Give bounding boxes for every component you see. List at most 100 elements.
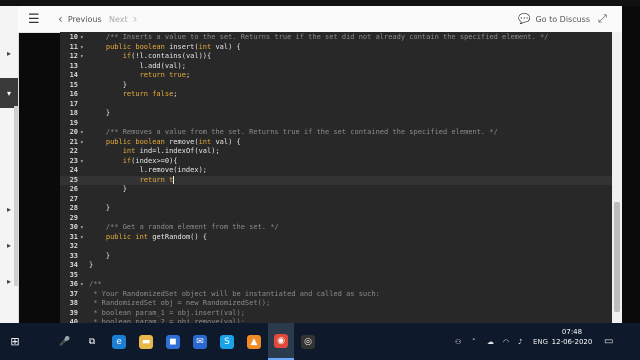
code-line[interactable]: 37 * Your RandomizedSet object will be i…	[60, 290, 612, 300]
problem-description-panel[interactable]: ▸ ▾ ▸ ▸ ▸	[0, 6, 19, 323]
code-line[interactable]: 30 ▾ /** Get a random element from the se…	[60, 223, 612, 233]
line-number: 36	[69, 280, 78, 288]
skype-icon: S	[220, 334, 234, 349]
code-text: }	[89, 261, 94, 269]
code-text: /** Get a random element from the set. *…	[105, 223, 279, 231]
code-line[interactable]: 26 }	[60, 185, 612, 195]
people-icon[interactable]: ⚇	[455, 323, 461, 360]
chrome-icon: ◉	[274, 333, 288, 348]
code-text: * RandomizedSet obj = new RandomizedSet(…	[89, 299, 271, 307]
line-number: 34	[69, 261, 78, 269]
line-number: 16	[69, 90, 78, 98]
code-text: }	[122, 80, 127, 89]
taskbar-app-button[interactable]: 🎤	[52, 323, 78, 360]
line-number: 27	[69, 194, 78, 203]
code-text: public int getRandom() {	[105, 232, 208, 241]
code-line[interactable]: 16 return false;	[60, 90, 612, 100]
notifications-icon[interactable]: ▭	[604, 323, 613, 360]
code-line[interactable]: 18 }	[60, 109, 612, 119]
code-line[interactable]: 36 ▾ /**	[60, 280, 612, 290]
line-number: 13	[69, 61, 78, 70]
line-number: 20	[69, 128, 78, 136]
code-line[interactable]: 22 int ind=l.indexOf(val);	[60, 147, 612, 157]
fold-toggle-icon[interactable]: ▾	[80, 233, 84, 243]
code-line[interactable]: 15 }	[60, 81, 612, 91]
code-text: }	[105, 109, 111, 117]
clock[interactable]: 07:48 12-06-2020	[548, 327, 596, 347]
code-line[interactable]: 25 return t	[60, 175, 612, 185]
code-line[interactable]: 24 l.remove(index);	[60, 166, 612, 176]
fullscreen-icon[interactable]: ⤢	[598, 6, 607, 32]
fold-toggle-icon[interactable]: ▾	[80, 52, 84, 62]
panel-scrollbar[interactable]	[14, 106, 18, 286]
previous-button[interactable]: ‹ Previous	[58, 6, 102, 32]
next-button[interactable]: Next ›	[109, 6, 137, 32]
go-to-discuss-button[interactable]: 💬 Go to Discuss	[518, 6, 590, 32]
line-number: 18	[69, 109, 78, 117]
code-line[interactable]: 21 ▾ public boolean remove(int val) {	[60, 138, 612, 148]
code-line[interactable]: 35	[60, 271, 612, 281]
fold-toggle-icon[interactable]: ▾	[80, 128, 84, 138]
fold-toggle-icon[interactable]: ▾	[80, 138, 84, 148]
code-line[interactable]: 19	[60, 119, 612, 129]
fold-toggle-icon[interactable]: ▾	[80, 33, 84, 43]
code-line[interactable]: 14 return true;	[60, 71, 612, 81]
text-cursor	[173, 175, 175, 184]
code-line[interactable]: 11 ▾ public boolean insert(int val) {	[60, 43, 612, 53]
panel-dropdown-icon[interactable]: ▾	[0, 78, 18, 108]
taskbar-app-button[interactable]: ▬	[133, 323, 159, 360]
code-line[interactable]: 10 ▾ /** Inserts a value to the set. Retu…	[60, 33, 612, 43]
line-number: 30	[69, 223, 78, 231]
editor-scrollbar[interactable]	[612, 32, 622, 323]
taskbar-app-button[interactable]: ✉	[187, 323, 213, 360]
line-number: 28	[69, 204, 78, 212]
code-editor[interactable]: 10 ▾ /** Inserts a value to the set. Retu…	[60, 32, 612, 323]
code-line[interactable]: 31 ▾ public int getRandom() {	[60, 233, 612, 243]
code-text: return true;	[139, 71, 191, 79]
onedrive-icon[interactable]: ☁	[487, 323, 494, 360]
code-line[interactable]: 20 ▾ /** Removes a value from the set. Re…	[60, 128, 612, 138]
code-line[interactable]: 39 * boolean param_1 = obj.insert(val);	[60, 309, 612, 319]
taskbar-app-button[interactable]: ◉	[268, 323, 294, 360]
line-number: 11	[69, 42, 78, 51]
start-button[interactable]: ⊞	[0, 323, 30, 360]
code-text: l.remove(index);	[139, 166, 208, 174]
fold-toggle-icon[interactable]: ▾	[80, 223, 84, 233]
fold-toggle-icon[interactable]: ▾	[80, 157, 84, 167]
expand-arrow-icon[interactable]: ▸	[0, 40, 18, 66]
chevron-up-icon[interactable]: ˄	[472, 323, 476, 360]
code-line[interactable]: 28 }	[60, 204, 612, 214]
code-line[interactable]: 29	[60, 214, 612, 224]
scrollbar-thumb[interactable]	[614, 202, 620, 312]
language-indicator[interactable]: ENG	[533, 323, 548, 360]
obs-icon: ◎	[301, 334, 315, 349]
taskbar-app-button[interactable]: ◼	[160, 323, 186, 360]
wifi-icon[interactable]: ◠	[503, 323, 509, 360]
fold-toggle-icon[interactable]: ▾	[80, 280, 84, 290]
discuss-label: Go to Discuss	[535, 14, 591, 24]
code-text: * boolean param_1 = obj.insert(val);	[89, 308, 245, 317]
code-line[interactable]: 34}	[60, 261, 612, 271]
window-right-edge	[622, 6, 640, 323]
code-line[interactable]: 33 }	[60, 252, 612, 262]
code-line[interactable]: 32	[60, 242, 612, 252]
taskbar-app-button[interactable]: ⧉	[79, 323, 105, 360]
line-number: 22	[69, 147, 78, 155]
code-line[interactable]: 27	[60, 195, 612, 205]
line-number: 32	[69, 242, 78, 250]
taskbar-app-button[interactable]: ◎	[295, 323, 321, 360]
taskbar-app-button[interactable]: S	[214, 323, 240, 360]
taskbar-app-button[interactable]: ▲	[241, 323, 267, 360]
line-number: 38	[69, 299, 78, 307]
code-line[interactable]: 38 * RandomizedSet obj = new RandomizedS…	[60, 299, 612, 309]
volume-icon[interactable]: ♪	[518, 323, 522, 360]
fold-toggle-icon[interactable]: ▾	[80, 43, 84, 53]
code-line[interactable]: 12 ▾ if(!l.contains(val)){	[60, 52, 612, 62]
windows-logo-icon: ⊞	[10, 335, 20, 348]
code-line[interactable]: 17	[60, 100, 612, 110]
code-line[interactable]: 23 ▾ if(index>=0){	[60, 157, 612, 167]
menu-icon[interactable]: ☰	[28, 6, 40, 32]
code-line[interactable]: 13 l.add(val);	[60, 62, 612, 72]
taskbar-app-button[interactable]: e	[106, 323, 132, 360]
line-number: 23	[69, 156, 78, 165]
